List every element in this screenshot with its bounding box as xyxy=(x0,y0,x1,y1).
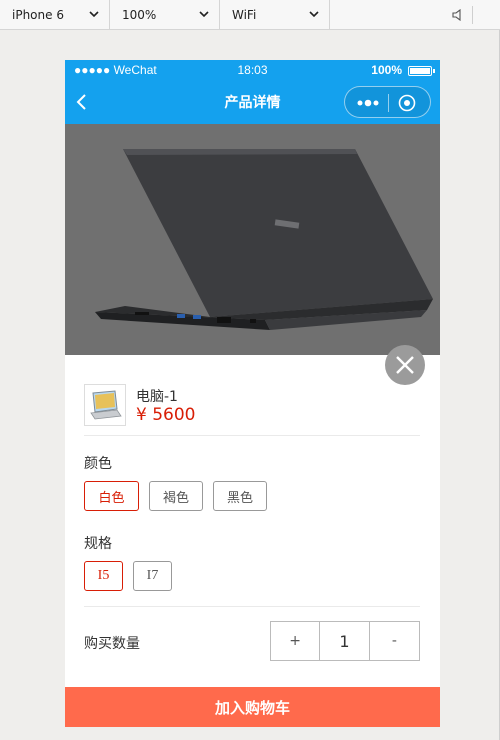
color-option-black[interactable]: 黑色 xyxy=(213,481,267,511)
spec-label: 规格 xyxy=(84,536,112,552)
network-select-value: WiFi xyxy=(232,8,257,22)
more-dots-icon[interactable] xyxy=(355,95,381,111)
toolbar-divider xyxy=(472,6,473,24)
simulator-toolbar: iPhone 6 100% WiFi xyxy=(0,0,500,30)
close-icon xyxy=(396,356,414,374)
quantity-plus-button[interactable]: + xyxy=(271,622,321,660)
chevron-down-icon xyxy=(89,11,99,18)
chevron-down-icon xyxy=(309,11,319,18)
capsule-divider xyxy=(388,94,389,112)
battery-percent: 100% xyxy=(371,63,402,77)
quantity-label: 购买数量 xyxy=(84,636,140,652)
divider xyxy=(84,606,420,607)
color-label: 颜色 xyxy=(84,456,112,472)
add-to-cart-button[interactable]: 加入购物车 xyxy=(65,687,440,727)
spec-option-i5[interactable]: I5 xyxy=(84,561,123,591)
battery-icon xyxy=(408,66,432,76)
spec-option-i7[interactable]: I7 xyxy=(133,561,172,591)
color-option-brown[interactable]: 褐色 xyxy=(149,481,203,511)
speaker-icon[interactable] xyxy=(452,9,464,21)
device-select[interactable]: iPhone 6 xyxy=(0,0,110,30)
product-image-carousel[interactable] xyxy=(65,124,440,355)
divider xyxy=(84,435,420,436)
phone-screen: ●●●●● WeChat 18:03 100% 产品详情 电脑-1 ¥ 5600… xyxy=(65,60,440,727)
battery-tip xyxy=(433,69,435,73)
laptop-image xyxy=(65,124,440,355)
product-thumbnail xyxy=(84,384,126,426)
device-select-value: iPhone 6 xyxy=(12,8,64,22)
zoom-select-value: 100% xyxy=(122,8,157,22)
zoom-select[interactable]: 100% xyxy=(110,0,220,30)
color-option-white[interactable]: 白色 xyxy=(84,481,139,511)
menu-capsule xyxy=(344,86,431,118)
exit-target-icon[interactable] xyxy=(398,94,416,112)
product-price: ¥ 5600 xyxy=(136,405,196,425)
sku-sheet: 电脑-1 ¥ 5600 颜色 白色 褐色 黑色 规格 I5 I7 购买数量 + … xyxy=(65,355,440,727)
chevron-down-icon xyxy=(199,11,209,18)
quantity-stepper: + 1 - xyxy=(270,621,420,661)
status-bar: ●●●●● WeChat 18:03 100% xyxy=(65,60,440,80)
quantity-minus-button[interactable]: - xyxy=(370,622,419,660)
network-select[interactable]: WiFi xyxy=(220,0,330,30)
nav-bar: 产品详情 xyxy=(65,80,440,124)
product-name: 电脑-1 xyxy=(136,389,178,405)
laptop-thumbnail-icon xyxy=(90,390,122,420)
quantity-value[interactable]: 1 xyxy=(320,622,370,660)
close-sheet-button[interactable] xyxy=(385,345,425,385)
